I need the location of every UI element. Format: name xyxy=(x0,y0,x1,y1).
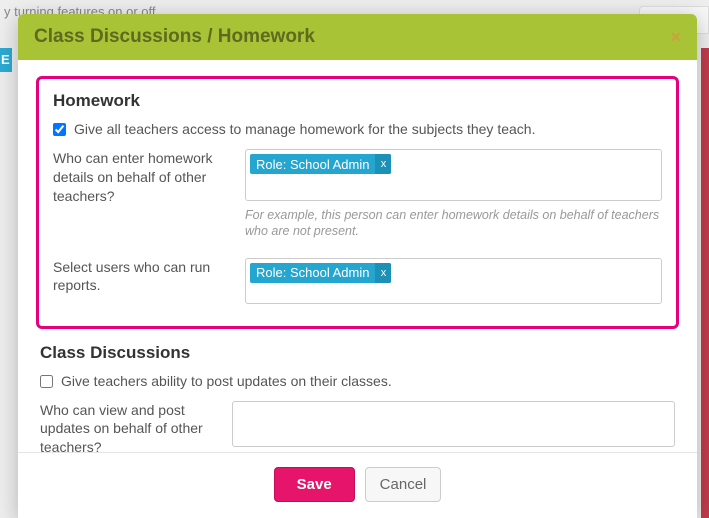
homework-reports-label: Select users who can run reports. xyxy=(53,258,229,304)
discussions-section: Class Discussions Give teachers ability … xyxy=(36,343,679,453)
homework-title: Homework xyxy=(53,91,662,111)
tag-label: Role: School Admin xyxy=(256,265,369,280)
homework-reports-input[interactable]: Role: School Admin x xyxy=(245,258,662,304)
homework-enterer-input[interactable]: Role: School Admin x xyxy=(245,149,662,201)
homework-access-checkbox-row[interactable]: Give all teachers access to manage homew… xyxy=(53,121,662,137)
homework-enterer-tag: Role: School Admin x xyxy=(250,154,391,174)
tag-remove-icon[interactable]: x xyxy=(375,263,391,283)
discussions-post-checkbox-row[interactable]: Give teachers ability to post updates on… xyxy=(40,373,675,389)
homework-enterer-row: Who can enter homework details on behalf… xyxy=(53,149,662,252)
discussions-title: Class Discussions xyxy=(40,343,675,363)
background-red-bar xyxy=(701,48,709,518)
homework-enterer-helper: For example, this person can enter homew… xyxy=(245,207,662,240)
close-icon[interactable]: × xyxy=(670,27,681,48)
discussions-viewpost-label: Who can view and post updates on behalf … xyxy=(40,401,216,453)
homework-enterer-label: Who can enter homework details on behalf… xyxy=(53,149,229,252)
modal: Class Discussions / Homework × Homework … xyxy=(18,14,697,518)
modal-title: Class Discussions / Homework xyxy=(34,26,315,48)
modal-body: Homework Give all teachers access to man… xyxy=(18,60,697,452)
cancel-button[interactable]: Cancel xyxy=(365,467,442,502)
discussions-viewpost-input[interactable] xyxy=(232,401,675,447)
discussions-post-label: Give teachers ability to post updates on… xyxy=(61,373,392,389)
discussions-post-checkbox[interactable] xyxy=(40,375,53,388)
homework-access-checkbox[interactable] xyxy=(53,123,66,136)
background-left-badge: E xyxy=(0,48,12,72)
homework-section-highlight: Homework Give all teachers access to man… xyxy=(36,76,679,329)
tag-label: Role: School Admin xyxy=(256,157,369,172)
homework-reports-tag: Role: School Admin x xyxy=(250,263,391,283)
homework-reports-row: Select users who can run reports. Role: … xyxy=(53,258,662,304)
homework-access-label: Give all teachers access to manage homew… xyxy=(74,121,535,137)
tag-remove-icon[interactable]: x xyxy=(375,154,391,174)
modal-header: Class Discussions / Homework × xyxy=(18,14,697,60)
modal-footer: Save Cancel xyxy=(18,452,697,518)
save-button[interactable]: Save xyxy=(274,467,355,502)
discussions-viewpost-row: Who can view and post updates on behalf … xyxy=(40,401,675,453)
